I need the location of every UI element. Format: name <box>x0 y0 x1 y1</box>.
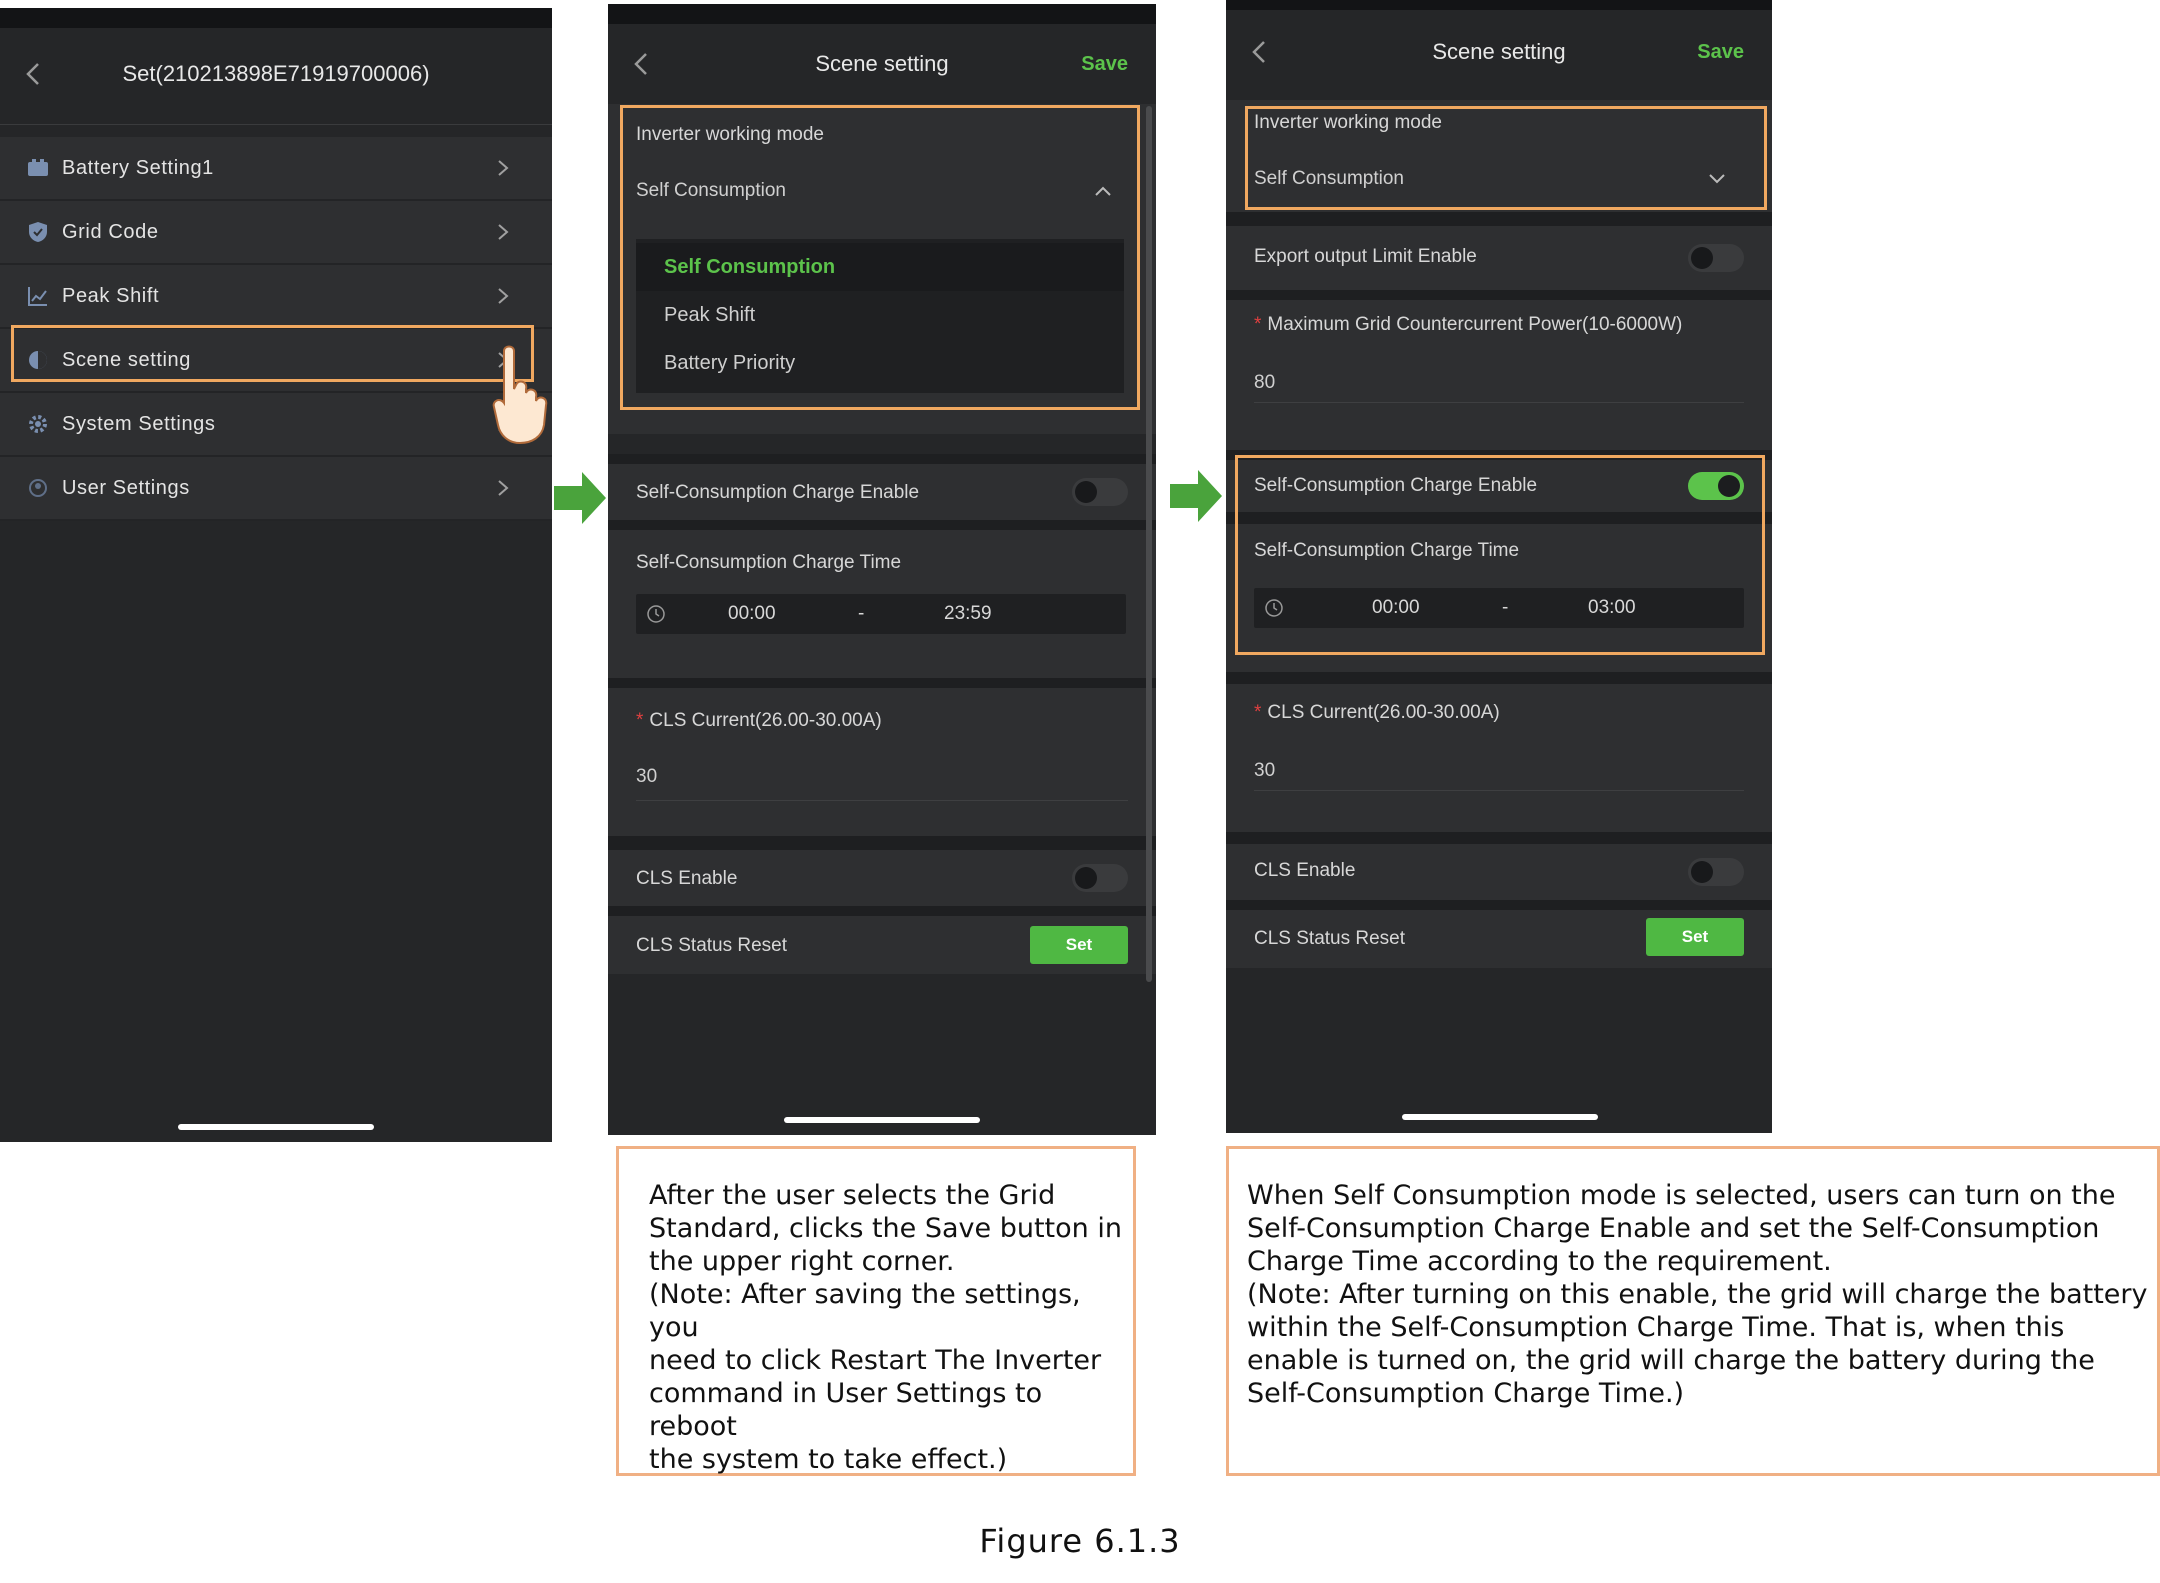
section-gap <box>608 906 1156 916</box>
caption-text-2: When Self Consumption mode is selected, … <box>1247 1180 2148 1409</box>
menu-item-label: User Settings <box>62 477 190 499</box>
cls-enable-label: CLS Enable <box>636 868 738 889</box>
battery-icon <box>28 159 48 176</box>
section-gap <box>1226 832 1772 844</box>
time-separator: - <box>858 603 865 624</box>
input-underline <box>636 800 1128 801</box>
menu-item-label: Grid Code <box>62 221 159 243</box>
menu-item-label: Battery Setting1 <box>62 157 214 179</box>
menu-item-label: Peak Shift <box>62 285 160 307</box>
max-grid-panel: * Maximum Grid Countercurrent Power(10-60… <box>1226 300 1772 450</box>
section-gap <box>608 454 1156 464</box>
scrollbar[interactable] <box>1146 106 1152 982</box>
menu-item-peak-shift[interactable]: Peak Shift <box>0 265 552 329</box>
home-indicator <box>1402 1114 1598 1120</box>
charge-time-panel: Self-Consumption Charge Time 00:00 - 23:… <box>608 530 1156 678</box>
cls-enable-row: CLS Enable <box>1226 844 1772 900</box>
nav-bar: Scene setting Save <box>608 14 1156 114</box>
section-gap <box>1226 672 1772 684</box>
cls-current-text: CLS Current(26.00-30.00A) <box>649 710 882 731</box>
input-underline <box>1254 790 1744 791</box>
hand-pointer-icon <box>492 345 548 445</box>
export-limit-toggle[interactable] <box>1688 244 1744 272</box>
charge-enable-toggle[interactable] <box>1072 478 1128 506</box>
cls-reset-label: CLS Status Reset <box>636 935 788 956</box>
clock-icon <box>647 605 665 623</box>
cls-current-input[interactable]: 30 <box>1254 760 1275 782</box>
chevron-right-icon <box>498 480 509 496</box>
user-icon <box>29 479 47 497</box>
phone-settings-menu: Set(210213898E71919700006) Battery Setti… <box>0 8 552 1142</box>
section-gap <box>1226 212 1772 226</box>
chevron-right-icon <box>498 224 509 240</box>
highlight-charge-settings <box>1235 455 1765 655</box>
cls-reset-row: CLS Status Reset Set <box>608 916 1156 974</box>
cls-enable-toggle[interactable] <box>1688 858 1744 886</box>
home-indicator <box>784 1117 980 1123</box>
set-button[interactable]: Set <box>1646 918 1744 956</box>
page-title: Scene setting <box>1432 39 1566 64</box>
cls-current-input[interactable]: 30 <box>636 766 657 788</box>
export-limit-label: Export output Limit Enable <box>1254 246 1477 267</box>
menu-item-battery-setting[interactable]: Battery Setting1 <box>0 137 552 201</box>
highlight-mode-select <box>1245 106 1767 210</box>
cls-reset-label: CLS Status Reset <box>1254 928 1406 949</box>
highlight-scene-setting <box>11 325 534 382</box>
caption-box-2: When Self Consumption mode is selected, … <box>1226 1146 2160 1476</box>
menu-item-user-settings[interactable]: User Settings <box>0 457 552 521</box>
time-end[interactable]: 23:59 <box>944 594 992 634</box>
cls-current-panel: * CLS Current(26.00-30.00A) 30 <box>1226 684 1772 832</box>
page-title: Scene setting <box>815 51 949 76</box>
menu-item-label: System Settings <box>62 413 216 435</box>
charge-enable-label: Self-Consumption Charge Enable <box>636 482 920 503</box>
chart-icon <box>28 287 47 306</box>
cls-current-label: * CLS Current(26.00-30.00A) <box>1254 702 1500 723</box>
divider <box>0 124 552 125</box>
cls-reset-row: CLS Status Reset Set <box>1226 910 1772 968</box>
caption-text-1: After the user selects the Grid Standard… <box>649 1180 1122 1475</box>
shield-icon <box>29 222 47 242</box>
charge-time-picker[interactable]: 00:00 - 23:59 <box>636 594 1126 634</box>
export-limit-row: Export output Limit Enable <box>1226 226 1772 290</box>
max-grid-input[interactable]: 80 <box>1254 372 1275 394</box>
save-button[interactable]: Save <box>1697 2 1744 102</box>
caption-box-1: After the user selects the Grid Standard… <box>616 1146 1136 1476</box>
chevron-right-icon <box>498 288 509 304</box>
cls-current-text: CLS Current(26.00-30.00A) <box>1267 702 1500 723</box>
max-grid-text: Maximum Grid Countercurrent Power(10-600… <box>1267 314 1683 335</box>
cls-enable-row: CLS Enable <box>608 850 1156 906</box>
charge-time-label: Self-Consumption Charge Time <box>636 552 902 573</box>
highlight-mode-dropdown <box>620 105 1140 410</box>
nav-bar: Scene setting Save <box>1226 2 1772 102</box>
set-button[interactable]: Set <box>1030 926 1128 964</box>
menu-item-grid-code[interactable]: Grid Code <box>0 201 552 265</box>
menu-item-system-settings[interactable]: System Settings <box>0 393 552 457</box>
save-button[interactable]: Save <box>1081 14 1128 114</box>
cls-current-label: * CLS Current(26.00-30.00A) <box>636 710 882 731</box>
arrow-right-icon <box>554 472 606 524</box>
max-grid-label: * Maximum Grid Countercurrent Power(10-60… <box>1254 314 1683 335</box>
charge-enable-row: Self-Consumption Charge Enable <box>608 464 1156 520</box>
page-title: Set(210213898E71919700006) <box>122 61 430 86</box>
section-gap <box>608 836 1156 850</box>
arrow-right-icon <box>1170 470 1222 522</box>
nav-bar: Set(210213898E71919700006) <box>0 24 552 124</box>
cls-enable-label: CLS Enable <box>1254 860 1356 881</box>
section-gap <box>608 520 1156 530</box>
input-underline <box>1254 402 1744 403</box>
time-start[interactable]: 00:00 <box>728 594 776 634</box>
section-gap <box>1226 290 1772 300</box>
section-gap <box>608 678 1156 688</box>
chevron-right-icon <box>498 160 509 176</box>
cls-enable-toggle[interactable] <box>1072 864 1128 892</box>
cls-current-panel: * CLS Current(26.00-30.00A) 30 <box>608 688 1156 836</box>
home-indicator <box>178 1124 374 1130</box>
section-gap <box>1226 900 1772 910</box>
figure-label: Figure 6.1.3 <box>979 1522 1181 1560</box>
gear-icon <box>29 415 47 433</box>
